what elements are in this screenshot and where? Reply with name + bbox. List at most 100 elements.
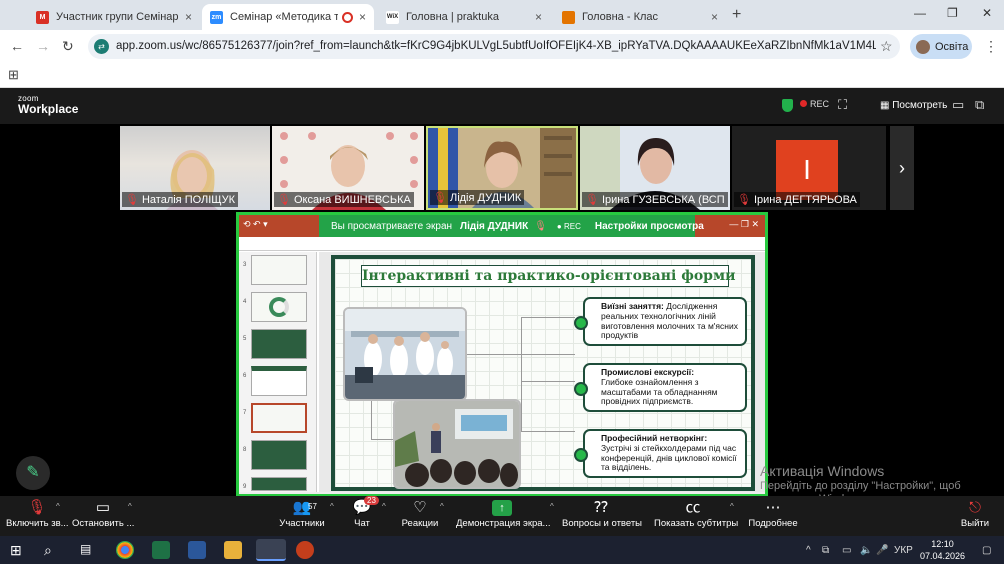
shared-screen[interactable]: ⟲ ↶ ▾ — ❐ ✕ Вы просматриваете экран Ліді… [236,212,768,497]
encryption-shield-icon[interactable] [782,99,793,112]
chevron-up-icon[interactable]: ^ [128,502,132,511]
card-text: Глибоке ознайомлення з масштабами та обл… [601,376,718,407]
close-icon[interactable]: × [711,10,718,24]
video-button[interactable]: ▭ Остановить ... [72,498,134,529]
site-info-icon[interactable]: ⇄ [94,39,109,54]
connector-line [521,317,575,318]
connector-line [521,381,575,382]
forward-icon[interactable]: → [36,38,50,54]
closed-captions-icon: ㏄ [685,499,701,516]
tab-praktuka[interactable]: WiX Головна | praktuka × [378,4,550,30]
participants-button[interactable]: 👥 57 Участники [278,498,326,529]
chrome-icon[interactable] [116,541,134,559]
fullscreen-icon[interactable]: ⛶ [838,97,847,113]
more-button[interactable]: ⋯ Подробнее [748,498,798,529]
language-indicator[interactable]: УКР [894,545,913,556]
share-banner: Вы просматриваете экран Лідія ДУДНИК 🎙 ●… [319,215,704,237]
tab-zoom[interactable]: zm Семінар «Методика та інн × [202,4,374,30]
clock[interactable]: 12:10 07.04.2026 [920,538,965,562]
profile-name: Освіта [935,40,969,53]
participants-count: 57 [308,502,317,511]
mic-tray-icon[interactable]: 🎤 [876,545,888,556]
chevron-up-icon[interactable]: ^ [440,502,444,511]
chat-button[interactable]: 💬 23 Чат [346,496,379,529]
slide-thumb[interactable] [251,366,307,396]
tab-classroom[interactable]: Головна - Клас × [554,4,726,30]
chevron-up-icon[interactable]: ^ [382,502,386,511]
recording-indicator[interactable]: REC [800,99,829,109]
view-button[interactable]: ▦ Посмотреть [880,100,947,111]
slide-number: 9 [243,484,247,490]
captions-button[interactable]: ㏄ Показать субтитры [654,498,738,529]
participant-tile[interactable]: 🎙 Ірина ГУЗЕВСЬКА (ВСП "... [580,126,730,210]
slide-thumb-selected[interactable] [251,403,307,433]
restore-icon[interactable]: ❐ [947,6,958,20]
windows-start-icon[interactable]: ⊞ [10,542,22,559]
participant-tile[interactable]: I 🎙 Ірина ДЕГТЯРЬОВА [732,126,886,210]
slide-thumb[interactable] [251,292,307,322]
slide-number: 7 [243,410,247,416]
word-icon[interactable] [188,541,206,559]
minimize-icon[interactable]: — [914,6,926,20]
slide-thumb[interactable] [251,329,307,359]
tab-gmail[interactable]: M Участник групи Семінар «Мет × [28,4,200,30]
annotate-pen-icon[interactable]: ✎ [16,456,50,490]
apps-grid-icon[interactable]: ⊞ [8,67,19,83]
participant-gallery: 🎙 Наталія ПОЛІЩУК 🎙 Оксана ВИШНЕВСЬКА 🎙 Лід… [0,124,1004,212]
chevron-up-icon[interactable]: ^ [56,502,60,511]
leave-label: Выйти [960,518,990,529]
clock-date: 07.04.2026 [920,551,966,561]
participant-tile-speaking[interactable]: 🎙 Лідія ДУДНИК [426,126,578,210]
reactions-button[interactable]: ♡ Реакции [398,498,442,529]
slide-thumb[interactable] [251,440,307,470]
qa-button[interactable]: ⁇ Вопросы и ответы [562,498,643,529]
reload-icon[interactable]: ↻ [62,38,74,55]
view-options-button[interactable]: Настройки просмотра [595,221,704,232]
gallery-layout-icon[interactable]: ▭ [952,97,964,113]
card-heading: Професійний нетворкінг: [601,433,708,443]
share-screen-button[interactable]: ↑ Демонстрация экра... [456,498,550,529]
active-chrome-window-icon[interactable] [256,539,286,561]
close-icon[interactable]: × [535,10,542,24]
browser-menu-icon[interactable]: ⋮ [984,38,998,55]
close-icon[interactable]: × [185,10,192,24]
wix-icon: WiX [386,10,399,24]
bullet-circle-icon [574,316,588,330]
file-explorer-icon[interactable] [224,541,242,559]
viewing-text: Вы просматриваете экран [331,220,453,232]
slide-thumb[interactable] [251,255,307,285]
bookmark-star-icon[interactable]: ☆ [880,38,893,55]
next-page-button[interactable]: › [890,126,914,210]
popout-icon[interactable]: ⧉ [975,97,984,113]
chevron-up-icon[interactable]: ^ [730,502,734,511]
url-text: app.zoom.us/wc/86575126377/join?ref_from… [116,40,876,52]
participant-tile[interactable]: 🎙 Оксана ВИШНЕВСЬКА [272,126,424,210]
excel-icon[interactable] [152,541,170,559]
qa-label: Вопросы и ответы [562,518,643,529]
tray-chevron-icon[interactable]: ^ [806,545,811,556]
close-icon[interactable]: × [359,10,366,24]
video-label: Остановить ... [72,518,135,529]
speaker-icon[interactable]: 🔈 [860,545,872,556]
search-icon[interactable]: ⌕ [44,542,52,559]
address-bar[interactable]: ⇄ app.zoom.us/wc/86575126377/join?ref_fr… [88,34,900,59]
powerpoint-icon[interactable] [296,541,314,559]
leave-button[interactable]: ⎋ Выйти [956,498,994,529]
windows-taskbar: ⊞ ⌕ ▤ ^ ⧉ ▭ 🔈 🎤 УКР 12:10 07.04.2026 ▢ [0,536,1004,564]
tray-app-icon[interactable]: ⧉ [822,545,829,556]
watermark-line: Перейдіть до розділу "Настройки", щоб [760,479,961,492]
qa-icon: ⁇ [594,499,608,516]
profile-button[interactable]: Освіта [910,34,972,59]
slide-thumb[interactable] [251,477,307,491]
close-window-icon[interactable]: ✕ [982,6,992,20]
bullet-circle-icon [574,382,588,396]
back-icon[interactable]: ← [10,38,24,54]
participant-tile[interactable]: 🎙 Наталія ПОЛІЩУК [120,126,270,210]
network-icon[interactable]: ▭ [842,545,851,556]
notifications-icon[interactable]: ▢ [982,545,991,556]
chevron-up-icon[interactable]: ^ [330,502,334,511]
new-tab-button[interactable]: + [732,6,741,24]
bullet-circle-icon [574,448,588,462]
chevron-up-icon[interactable]: ^ [550,502,554,511]
task-view-icon[interactable]: ▤ [80,542,91,556]
